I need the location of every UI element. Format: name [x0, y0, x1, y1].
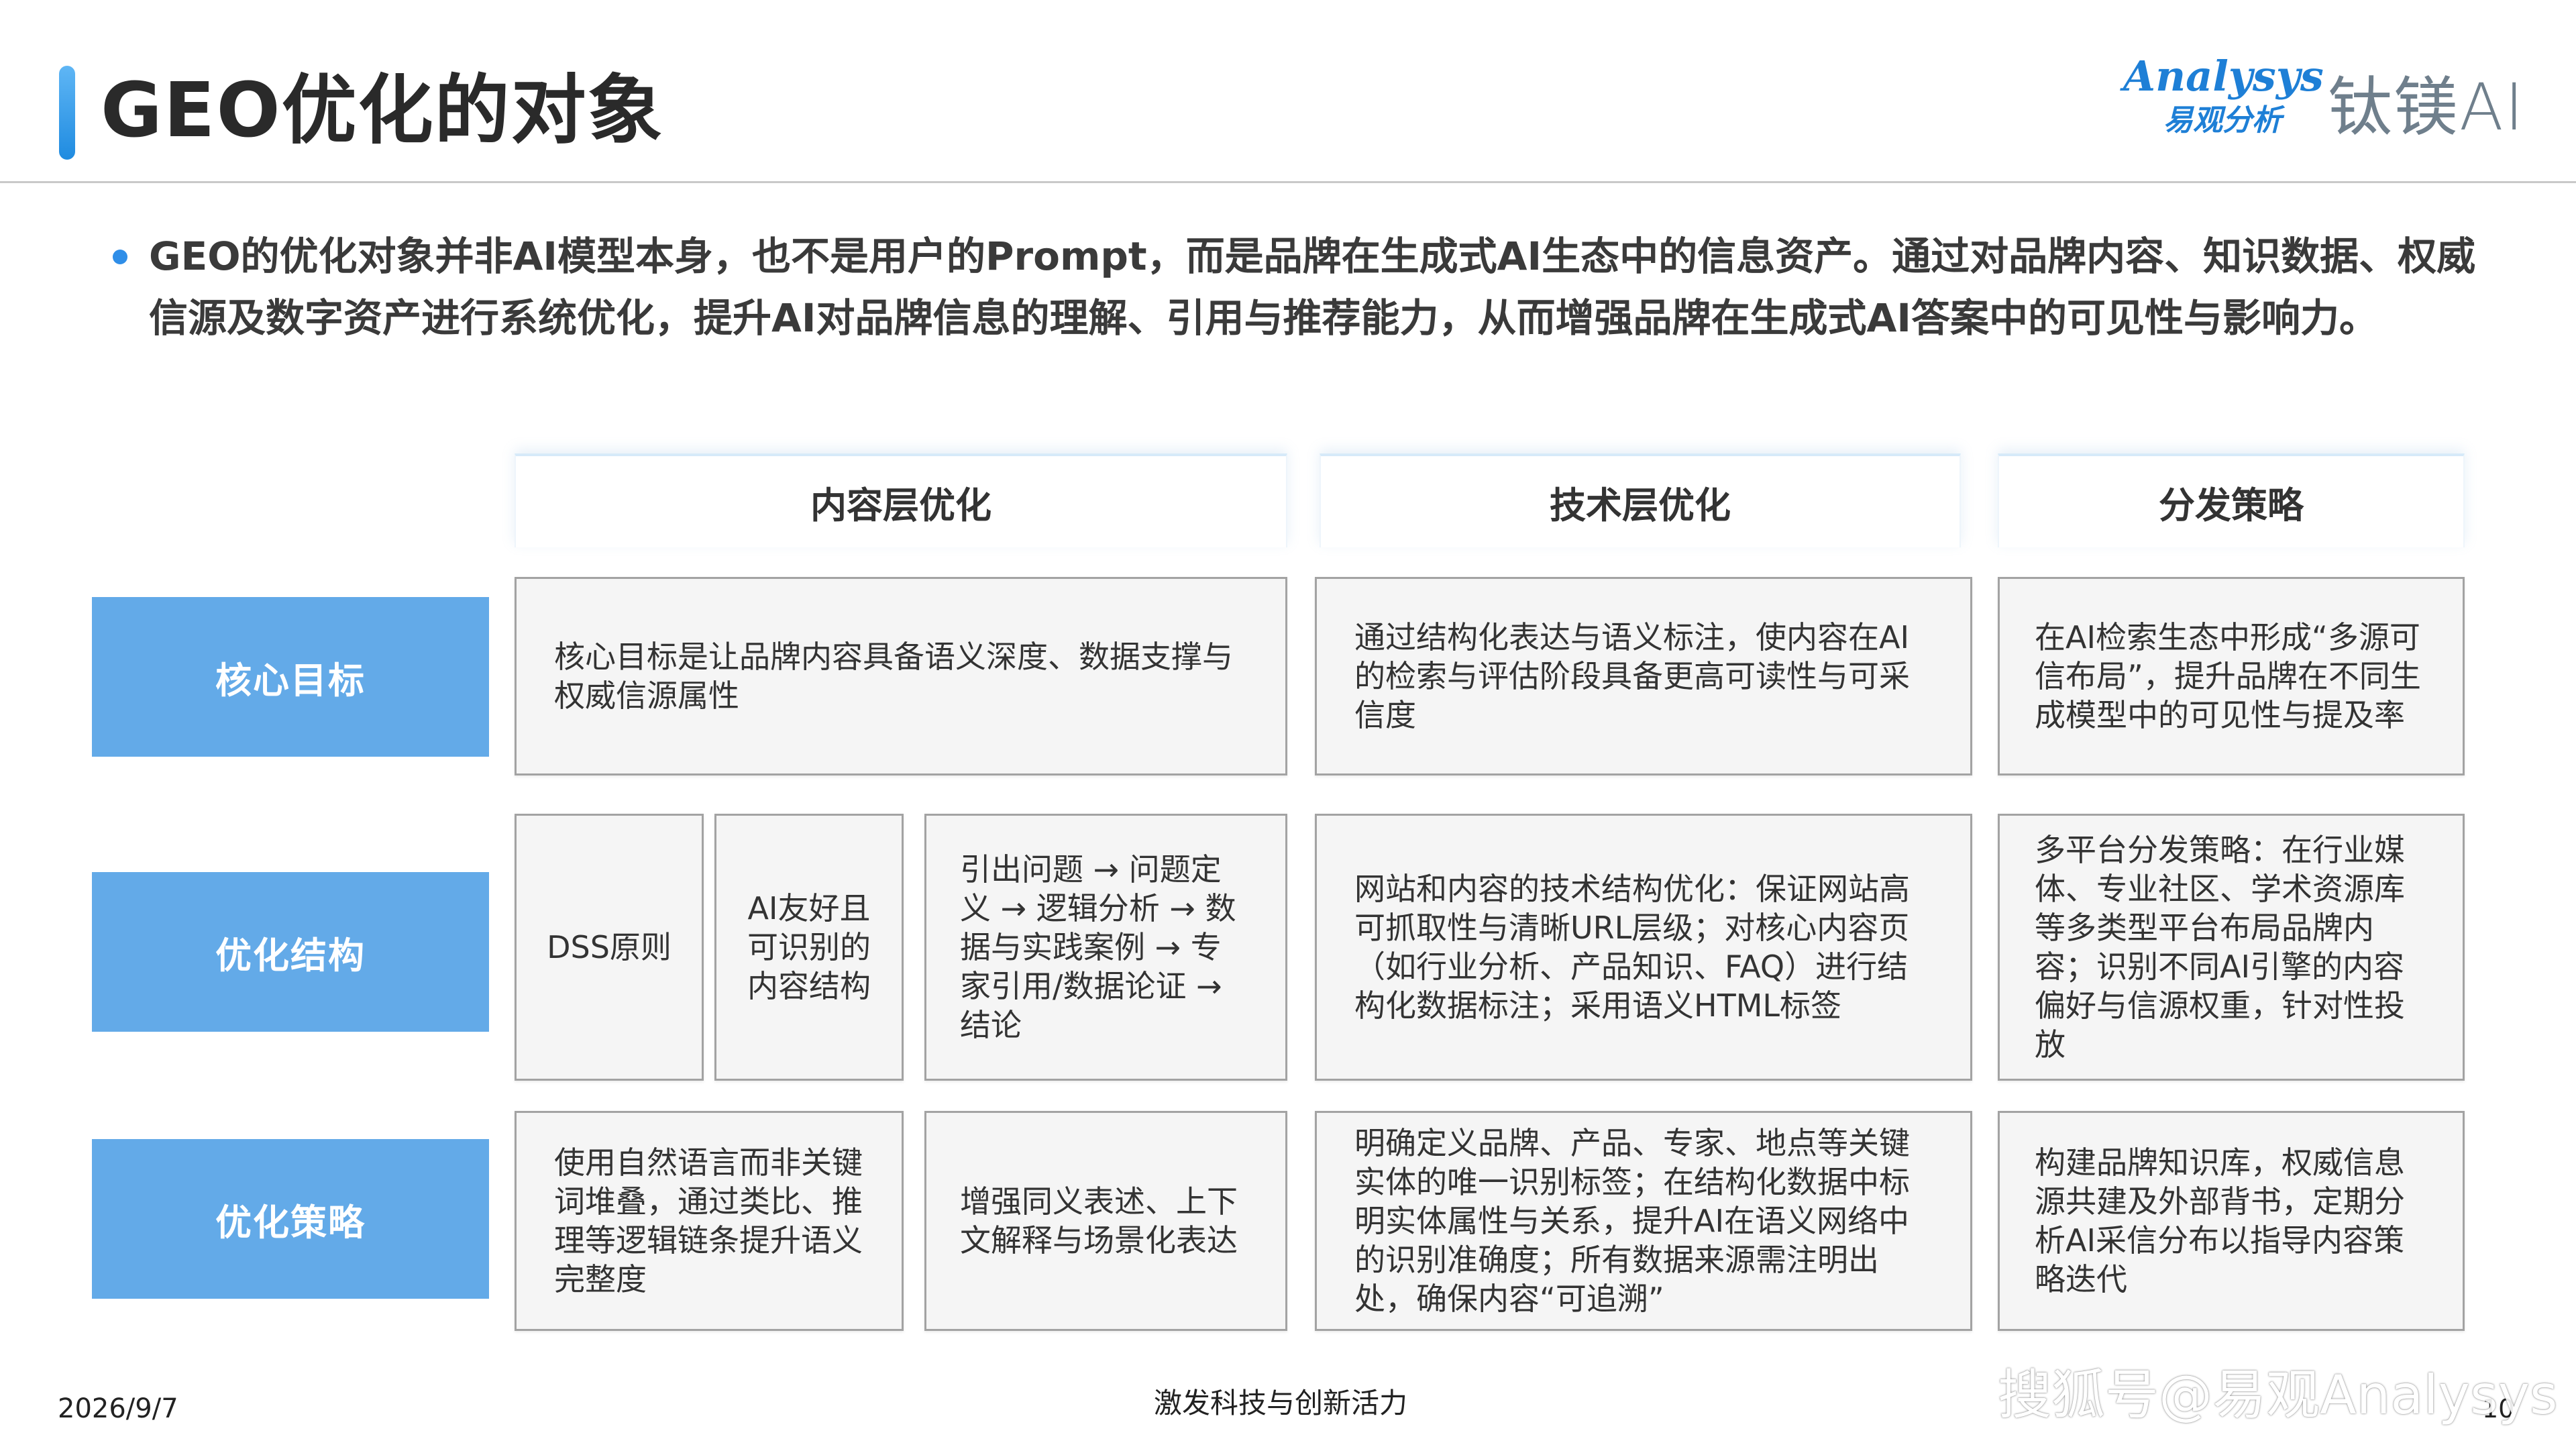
- cell-text: 构建品牌知识库，权威信息源共建及外部背书，定期分析AI采信分布以指导内容策略迭代: [2035, 1144, 2405, 1297]
- title-accent-bar: [59, 66, 75, 160]
- cell-strategy-distribution: 构建品牌知识库，权威信息源共建及外部背书，定期分析AI采信分布以指导内容策略迭代: [1998, 1111, 2465, 1331]
- analysys-logo: Analysys 易观分析: [2123, 52, 2324, 153]
- column-header-content: 内容层优化: [515, 453, 1287, 547]
- cell-text: 通过结构化表达与语义标注，使内容在AI的检索与评估阶段具备更高可读性与可采信度: [1354, 619, 1910, 733]
- cell-strategy-synonyms: 增强同义表述、上下文解释与场景化表达: [924, 1111, 1287, 1331]
- cell-text: 核心目标是让品牌内容具备语义深度、数据支撑与权威信源属性: [554, 639, 1233, 714]
- cell-text: 多平台分发策略：在行业媒体、专业社区、学术资源库等多类型平台布局品牌内容；识别不…: [2035, 832, 2405, 1063]
- cell-structure-tech: 网站和内容的技术结构优化：保证网站高可抓取性与清晰URL层级；对核心内容页（如行…: [1315, 814, 1972, 1081]
- column-header-tech: 技术层优化: [1320, 453, 1961, 547]
- footer-date: 2026/9/7: [58, 1393, 178, 1424]
- header-divider: [0, 181, 2576, 183]
- cell-text: 增强同义表述、上下文解释与场景化表达: [960, 1183, 1238, 1258]
- analysys-logo-wordmark: Analysys: [2123, 52, 2324, 101]
- footer-slogan: 激发科技与创新活力: [1154, 1387, 1408, 1419]
- cell-strategy-natural-language: 使用自然语言而非关键词堆叠，通过类比、推理等逻辑链条提升语义完整度: [515, 1111, 904, 1331]
- cell-structure-ai-friendly: AI友好且可识别的内容结构: [714, 814, 904, 1081]
- sohu-watermark: 搜狐号@易观Analysys: [1998, 1364, 2558, 1426]
- cell-text: 明确定义品牌、产品、专家、地点等关键实体的唯一识别标签；在结构化数据中标明实体属…: [1354, 1125, 1910, 1317]
- cell-text: 引出问题 → 问题定义 → 逻辑分析 → 数据与实践案例 → 专家引用/数据论证…: [960, 851, 1236, 1043]
- page-title: GEO优化的对象: [101, 67, 664, 154]
- cell-structure-logic-chain: 引出问题 → 问题定义 → 逻辑分析 → 数据与实践案例 → 专家引用/数据论证…: [924, 814, 1287, 1081]
- taimei-ai-logo: 钛镁AI: [2328, 70, 2525, 145]
- cell-structure-dss: DSS原则: [515, 814, 704, 1081]
- row-label-strategy: 优化策略: [92, 1139, 489, 1299]
- cell-strategy-tech: 明确定义品牌、产品、专家、地点等关键实体的唯一识别标签；在结构化数据中标明实体属…: [1315, 1111, 1972, 1331]
- cell-core-goal-content: 核心目标是让品牌内容具备语义深度、数据支撑与权威信源属性: [515, 577, 1287, 775]
- row-label-core-goal: 核心目标: [92, 597, 489, 757]
- cell-text: 使用自然语言而非关键词堆叠，通过类比、推理等逻辑链条提升语义完整度: [554, 1144, 863, 1297]
- cell-core-goal-distribution: 在AI检索生态中形成“多源可信布局”，提升品牌在不同生成模型中的可见性与提及率: [1998, 577, 2465, 775]
- cell-structure-distribution: 多平台分发策略：在行业媒体、专业社区、学术资源库等多类型平台布局品牌内容；识别不…: [1998, 814, 2465, 1081]
- cell-text: AI友好且可识别的内容结构: [747, 890, 871, 1004]
- cell-core-goal-tech: 通过结构化表达与语义标注，使内容在AI的检索与评估阶段具备更高可读性与可采信度: [1315, 577, 1972, 775]
- row-label-structure: 优化结构: [92, 872, 489, 1032]
- bullet-icon: [113, 250, 127, 264]
- cell-text: 在AI检索生态中形成“多源可信布局”，提升品牌在不同生成模型中的可见性与提及率: [2035, 619, 2421, 733]
- intro-paragraph: GEO的优化对象并非AI模型本身，也不是用户的Prompt，而是品牌在生成式AI…: [149, 233, 2476, 341]
- column-header-distribution: 分发策略: [1998, 453, 2465, 547]
- cell-text: DSS原则: [547, 929, 672, 965]
- analysys-logo-subtitle: 易观分析: [2163, 103, 2282, 138]
- cell-text: 网站和内容的技术结构优化：保证网站高可抓取性与清晰URL层级；对核心内容页（如行…: [1354, 871, 1910, 1024]
